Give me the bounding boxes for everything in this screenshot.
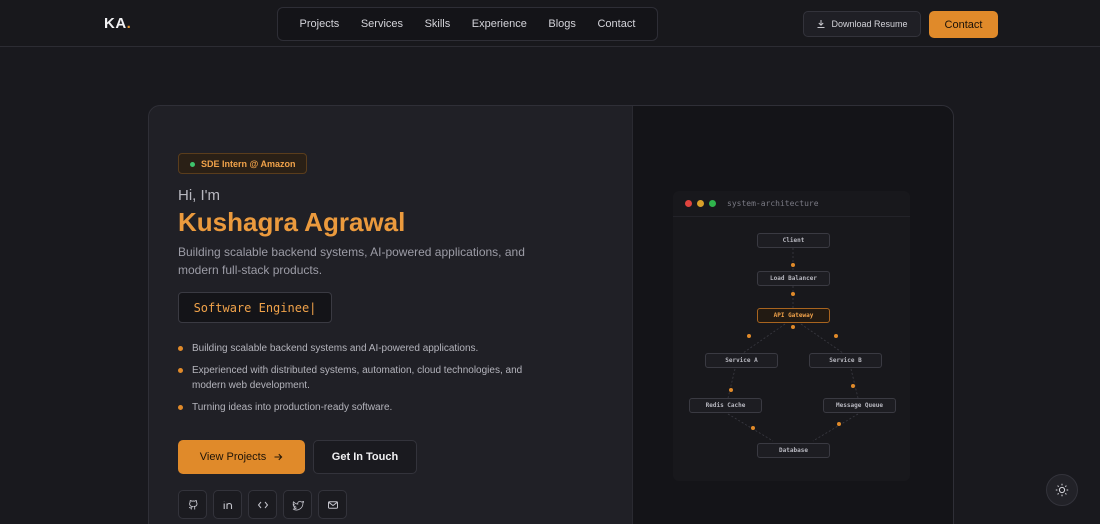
download-resume-button[interactable]: Download Resume [803, 11, 921, 37]
flow-dot-icon [834, 334, 838, 338]
theme-toggle-button[interactable] [1046, 474, 1078, 506]
list-item: Building scalable backend systems and AI… [178, 341, 558, 356]
twitter-icon[interactable] [283, 490, 312, 519]
hero-card: SDE Intern @ Amazon Hi, I'm Kushagra Agr… [148, 105, 954, 524]
download-icon [817, 20, 825, 28]
highlights-list: Building scalable backend systems and AI… [178, 341, 558, 422]
nav-links: Projects Services Skills Experience Blog… [277, 7, 658, 41]
node-message-queue: Message Queue [823, 398, 896, 413]
get-in-touch-button[interactable]: Get In Touch [313, 440, 417, 474]
bullet-icon [178, 368, 183, 373]
social-links [178, 490, 347, 519]
arrow-right-icon [274, 453, 283, 461]
architecture-window: system-architecture Client Load Balancer [673, 191, 910, 481]
top-navbar: KA. Projects Services Skills Experience … [0, 0, 1100, 47]
nav-link-projects[interactable]: Projects [300, 18, 340, 30]
node-service-a: Service A [705, 353, 778, 368]
bullet-icon [178, 346, 183, 351]
linkedin-icon[interactable] [213, 490, 242, 519]
list-item: Turning ideas into production-ready soft… [178, 400, 558, 415]
online-dot-icon [190, 162, 195, 167]
nav-link-blogs[interactable]: Blogs [548, 18, 576, 30]
node-client: Client [757, 233, 830, 248]
nav-link-contact[interactable]: Contact [597, 18, 635, 30]
flow-dot-icon [751, 426, 755, 430]
flow-dot-icon [729, 388, 733, 392]
nav-link-skills[interactable]: Skills [425, 18, 451, 30]
code-icon[interactable] [248, 490, 277, 519]
flow-dot-icon [851, 384, 855, 388]
bullet-icon [178, 405, 183, 410]
download-resume-label: Download Resume [831, 19, 908, 29]
hero-intro: SDE Intern @ Amazon Hi, I'm Kushagra Agr… [149, 106, 632, 524]
node-load-balancer: Load Balancer [757, 271, 830, 286]
node-redis-cache: Redis Cache [689, 398, 762, 413]
github-icon[interactable] [178, 490, 207, 519]
view-projects-label: View Projects [199, 451, 267, 463]
hero-tagline: Building scalable backend systems, AI-po… [178, 245, 525, 277]
node-database: Database [757, 443, 830, 458]
nav-link-experience[interactable]: Experience [472, 18, 527, 30]
flow-dot-icon [791, 292, 795, 296]
mail-icon[interactable] [318, 490, 347, 519]
status-badge-label: SDE Intern @ Amazon [201, 158, 296, 169]
list-item: Experienced with distributed systems, au… [178, 363, 558, 393]
flow-dot-icon [791, 325, 795, 329]
site-logo[interactable]: KA. [104, 15, 131, 32]
flow-dot-icon [747, 334, 751, 338]
view-projects-button[interactable]: View Projects [178, 440, 305, 474]
architecture-panel: system-architecture Client Load Balancer [632, 106, 953, 524]
status-badge: SDE Intern @ Amazon [178, 153, 308, 174]
typing-role: Software Enginee| [178, 292, 332, 323]
node-service-b: Service B [809, 353, 882, 368]
greeting: Hi, I'm [178, 187, 221, 204]
flow-dot-icon [837, 422, 841, 426]
hero-name: Kushagra Agrawal [178, 207, 406, 237]
node-api-gateway: API Gateway [757, 308, 830, 323]
contact-button[interactable]: Contact [929, 11, 998, 38]
nav-link-services[interactable]: Services [361, 18, 403, 30]
flow-dot-icon [791, 263, 795, 267]
sun-icon [1055, 483, 1069, 497]
